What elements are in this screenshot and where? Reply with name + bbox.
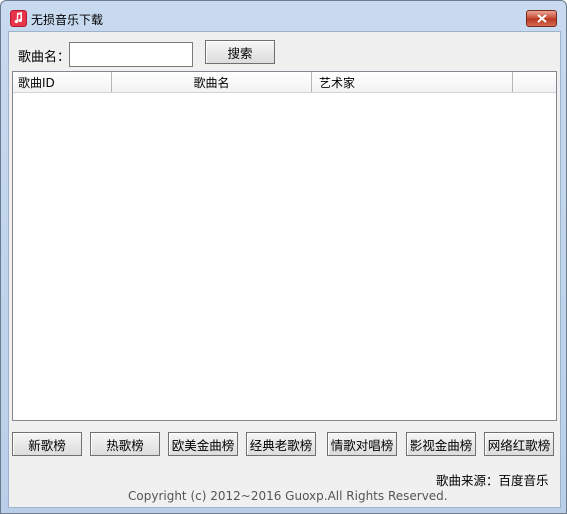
internet-hits-chart-button[interactable]: 网络红歌榜 xyxy=(484,432,554,456)
app-window: 无损音乐下载 歌曲名： 搜索 歌曲ID 歌曲名 艺术家 新歌榜 热歌榜 欧美金曲… xyxy=(0,0,567,514)
song-source-label: 歌曲来源：百度音乐 xyxy=(436,473,549,488)
hot-songs-chart-button[interactable]: 热歌榜 xyxy=(90,432,160,456)
column-header-artist[interactable]: 艺术家 xyxy=(312,72,513,92)
column-header-filler xyxy=(513,72,556,92)
new-songs-chart-button[interactable]: 新歌榜 xyxy=(12,432,82,456)
song-list[interactable]: 歌曲ID 歌曲名 艺术家 xyxy=(12,71,557,421)
song-list-header: 歌曲ID 歌曲名 艺术家 xyxy=(13,72,556,93)
column-header-song-name[interactable]: 歌曲名 xyxy=(112,72,312,92)
love-duets-chart-button[interactable]: 情歌对唱榜 xyxy=(327,432,397,456)
song-name-input[interactable] xyxy=(69,42,193,67)
music-note-icon xyxy=(10,10,27,27)
client-area: 歌曲名： 搜索 歌曲ID 歌曲名 艺术家 新歌榜 热歌榜 欧美金曲榜 经典老歌榜… xyxy=(8,31,561,508)
column-header-song-id[interactable]: 歌曲ID xyxy=(13,72,112,92)
film-tv-hits-chart-button[interactable]: 影视金曲榜 xyxy=(406,432,476,456)
search-button[interactable]: 搜索 xyxy=(205,40,275,64)
close-icon xyxy=(537,14,547,23)
copyright-text: Copyright (c) 2012~2016 Guoxp.All Rights… xyxy=(128,489,448,503)
song-name-label: 歌曲名： xyxy=(18,50,71,65)
close-button[interactable] xyxy=(526,10,557,27)
classic-oldies-chart-button[interactable]: 经典老歌榜 xyxy=(246,432,316,456)
window-title: 无损音乐下载 xyxy=(31,13,104,27)
title-bar[interactable]: 无损音乐下载 xyxy=(1,1,566,31)
western-hits-chart-button[interactable]: 欧美金曲榜 xyxy=(168,432,238,456)
